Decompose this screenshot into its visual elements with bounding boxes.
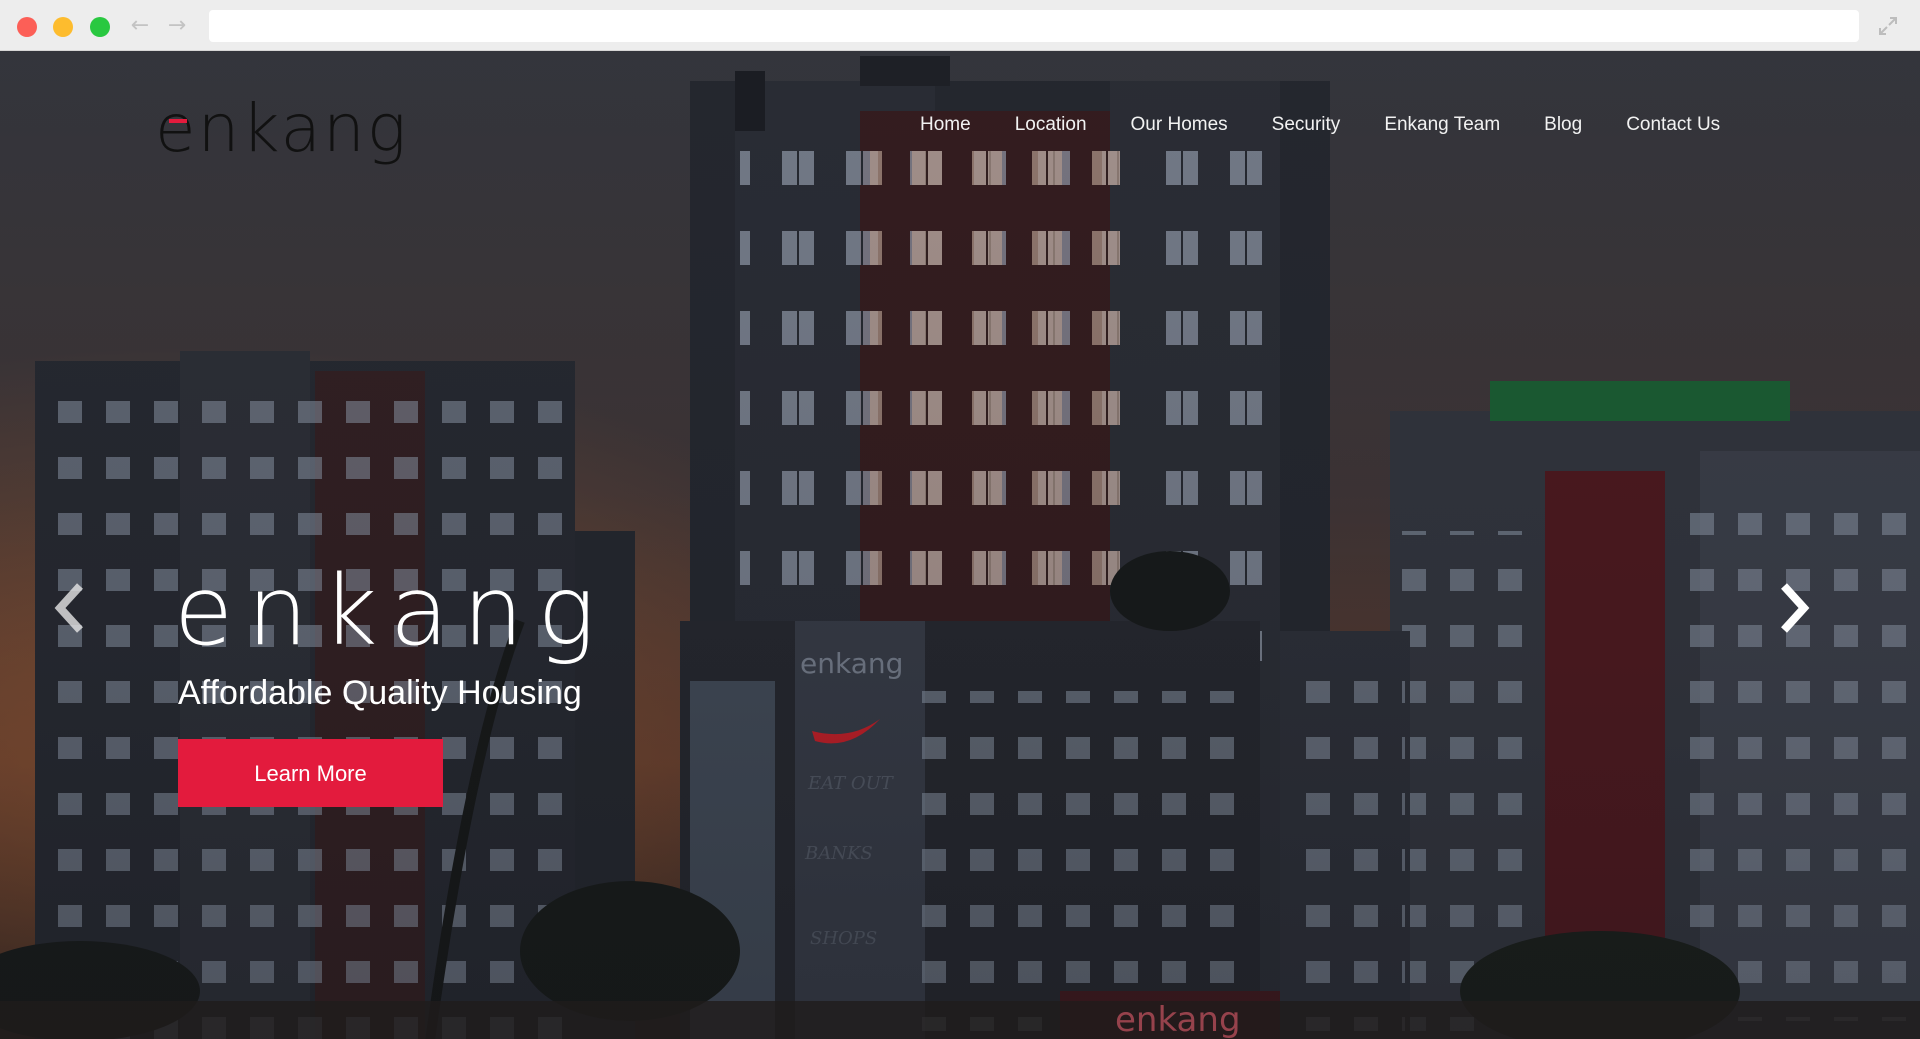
nav-contact-us[interactable]: Contact Us	[1626, 113, 1720, 137]
nav-enkang-team[interactable]: Enkang Team	[1384, 113, 1500, 137]
address-bar[interactable]	[209, 10, 1859, 42]
nav-our-homes[interactable]: Our Homes	[1131, 113, 1228, 137]
expand-icon[interactable]	[1876, 14, 1900, 38]
maximize-window-button[interactable]	[90, 17, 110, 37]
close-window-button[interactable]	[17, 17, 37, 37]
svg-text:enkang: enkang	[155, 90, 405, 167]
back-arrow-icon[interactable]: ←	[128, 12, 152, 40]
forward-arrow-icon[interactable]: →	[165, 12, 189, 40]
learn-more-button[interactable]: Learn More	[178, 739, 443, 807]
nav-blog[interactable]: Blog	[1544, 113, 1582, 137]
nav-location[interactable]: Location	[1015, 113, 1087, 137]
slide-tagline: Affordable Quality Housing	[178, 674, 582, 712]
slide-heading: enkang	[174, 555, 610, 667]
chevron-left-icon[interactable]	[50, 578, 90, 638]
hero-overlay	[0, 51, 1920, 1039]
browser-toolbar: ← →	[0, 0, 1920, 51]
nav-home[interactable]: Home	[920, 113, 971, 137]
minimize-window-button[interactable]	[53, 17, 73, 37]
enkang-logo[interactable]: enkang	[155, 81, 405, 176]
nav-security[interactable]: Security	[1272, 113, 1341, 137]
hero-slider: enkang EAT OUT BANKS SHOPS enkang enkang…	[0, 51, 1920, 1039]
chevron-right-icon[interactable]	[1774, 578, 1814, 638]
main-navigation: Home Location Our Homes Security Enkang …	[920, 113, 1720, 137]
